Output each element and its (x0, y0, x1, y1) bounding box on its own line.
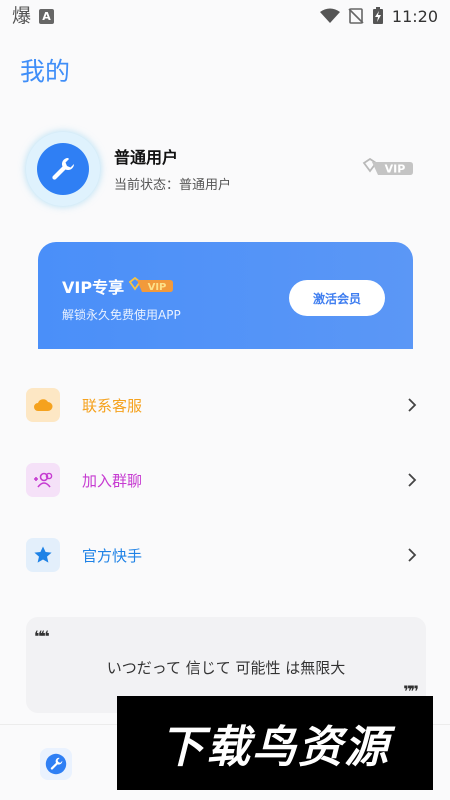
vip-banner-title: VIP专享 (62, 278, 125, 297)
status-app-glyph: 爆 (12, 4, 32, 27)
quote-text: いつだって 信じて 可能性 は無限大 (106, 659, 346, 677)
profile-section[interactable]: 普通用户 当前状态：普通用户 VIP (26, 128, 426, 210)
vip-gold-badge-icon: VIP (128, 277, 174, 293)
chevron-right-icon (408, 473, 417, 487)
vip-badge-icon: VIP (362, 158, 413, 176)
menu-item-label: 官方快手 (82, 546, 143, 565)
avatar[interactable] (26, 132, 100, 206)
vip-banner[interactable]: VIP专享 VIP 解锁永久免费使用APP 激活会员 (38, 242, 413, 349)
page-title: 我的 (20, 57, 71, 86)
no-sim-icon (348, 8, 364, 24)
cloud-icon (26, 388, 60, 422)
menu-item-label: 联系客服 (82, 396, 143, 415)
vip-badge-text: VIP (385, 163, 406, 176)
status-bar: 爆 A 11:20 (0, 0, 450, 32)
add-group-icon (26, 463, 60, 497)
menu-item-contact-support[interactable]: 联系客服 (26, 385, 426, 425)
bottom-tab-wrench[interactable] (40, 748, 72, 780)
profile-status: 当前状态：普通用户 (114, 178, 232, 193)
vip-gold-badge-text: VIP (148, 282, 167, 293)
vip-banner-subtitle: 解锁永久免费使用APP (62, 308, 181, 322)
notification-a-icon: A (39, 8, 55, 24)
profile-name: 普通用户 (114, 148, 179, 167)
battery-charging-icon (372, 7, 383, 24)
vip-banner-title-row: VIP专享 VIP (62, 274, 174, 298)
watermark-overlay: 下载鸟资源 (117, 696, 433, 790)
menu-item-join-group[interactable]: 加入群聊 (26, 460, 426, 500)
quote-open-icon: ❝❝ (34, 627, 50, 646)
chevron-right-icon (408, 548, 417, 562)
wrench-icon (45, 753, 67, 775)
status-time: 11:20 (391, 6, 438, 26)
menu-item-label: 加入群聊 (82, 471, 143, 490)
chevron-right-icon (408, 398, 417, 412)
menu-item-official-kuaishou[interactable]: 官方快手 (26, 535, 426, 575)
star-icon (26, 538, 60, 572)
activate-membership-button[interactable]: 激活会员 (289, 280, 385, 316)
wifi-icon (319, 8, 340, 23)
wrench-icon (52, 157, 75, 180)
